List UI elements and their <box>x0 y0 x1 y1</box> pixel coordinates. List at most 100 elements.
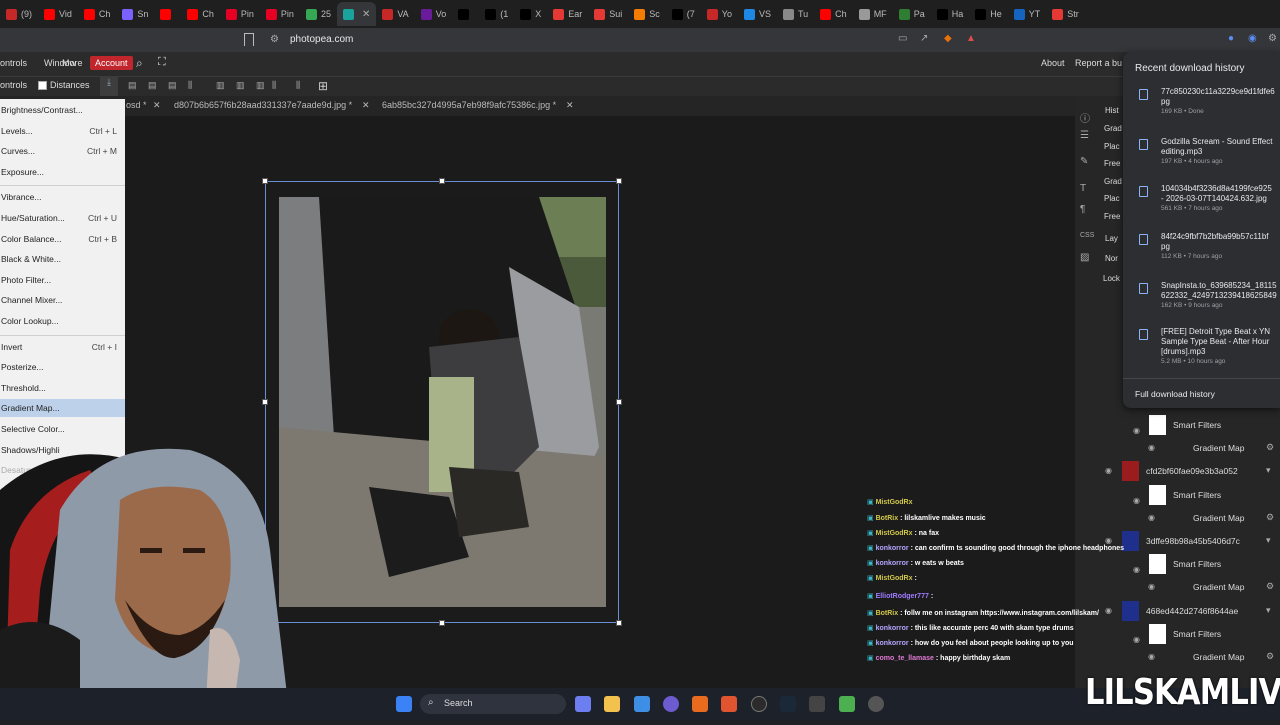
visibility-eye-icon[interactable]: ◉ <box>1105 466 1112 475</box>
settings-icon[interactable]: ⚙ <box>1266 581 1274 592</box>
browser-tab[interactable]: Pin <box>260 2 300 26</box>
adjustment-menu-item[interactable]: Posterize... <box>0 358 125 376</box>
doc-tab-d807[interactable]: d807b6b657f6b28aad331337e7aade9d.jpg * <box>174 100 352 110</box>
transform-handle[interactable] <box>262 178 268 184</box>
site-info-icon[interactable]: ⚙ <box>270 34 279 45</box>
distances-checkbox[interactable] <box>38 81 47 90</box>
browser-tab[interactable]: VA <box>376 2 414 26</box>
browser-tab[interactable]: X <box>514 2 547 26</box>
layer-row[interactable]: ◉ Smart Filters <box>1100 414 1280 436</box>
history-tab[interactable]: Hist <box>1105 106 1119 115</box>
browser-tab[interactable]: Ch <box>181 2 220 26</box>
close-icon[interactable]: ✕ <box>153 100 161 111</box>
browser-tab[interactable]: Yo <box>701 2 738 26</box>
history-item[interactable]: Grad <box>1104 124 1122 133</box>
browser-tab[interactable]: Pa <box>893 2 931 26</box>
adjustment-menu-item[interactable]: Hue/Saturation... Ctrl + U <box>0 209 125 227</box>
close-icon[interactable]: ✕ <box>362 9 370 20</box>
align-hcenter-icon[interactable]: ▥ <box>216 80 225 91</box>
menu-report[interactable]: Report a bu <box>1075 58 1122 68</box>
chevron-down-icon[interactable]: ▾ <box>1266 605 1271 616</box>
search-icon[interactable]: ⌕ <box>136 56 143 71</box>
close-icon[interactable]: ✕ <box>362 100 370 111</box>
extension-icon[interactable]: ● <box>1228 33 1234 44</box>
menu-more[interactable]: More <box>62 58 83 68</box>
settings-icon[interactable]: ⚙ <box>1266 512 1274 523</box>
adjustment-menu-item[interactable]: Black & White... <box>0 250 125 268</box>
start-icon[interactable] <box>396 696 412 712</box>
brave-shield-icon[interactable]: ◆ <box>944 33 952 44</box>
history-item[interactable]: Plac <box>1104 194 1120 203</box>
adjustment-menu-item[interactable]: Channel Mixer... <box>0 291 125 309</box>
transform-handle[interactable] <box>616 178 622 184</box>
align-top-icon[interactable]: ⤓ <box>100 77 118 96</box>
browser-tab[interactable]: Ear <box>547 2 588 26</box>
align-bottom-icon[interactable]: ▤ <box>148 80 157 91</box>
distribute-v-icon[interactable]: ⫼ <box>296 80 300 91</box>
brave-rewards-icon[interactable]: ▲ <box>966 33 976 44</box>
distribute-h-icon[interactable]: ⫼ <box>272 80 276 91</box>
brave-icon[interactable] <box>721 696 737 712</box>
app-icon[interactable] <box>868 696 884 712</box>
info-icon[interactable]: ⓘ <box>1080 110 1092 125</box>
history-item[interactable]: Free <box>1104 212 1120 221</box>
align-right-icon[interactable]: ▥ <box>236 80 245 91</box>
transform-handle[interactable] <box>616 620 622 626</box>
adjustment-menu-item[interactable]: Levels... Ctrl + L <box>0 122 125 140</box>
app-icon[interactable] <box>692 696 708 712</box>
browser-tab[interactable]: Vo <box>415 2 453 26</box>
browser-tab[interactable]: VS <box>738 2 777 26</box>
history-item[interactable]: Grad <box>1104 177 1122 186</box>
adjustment-menu-item[interactable]: Invert Ctrl + I <box>0 338 125 356</box>
browser-tab[interactable]: (7 <box>666 2 701 26</box>
history-item[interactable]: Free <box>1104 159 1120 168</box>
css-icon[interactable]: CSS <box>1080 232 1094 244</box>
browser-tab[interactable]: He <box>969 2 1008 26</box>
browser-tab[interactable]: MF <box>853 2 893 26</box>
visibility-eye-icon[interactable]: ◉ <box>1148 443 1155 452</box>
adjustment-menu-item[interactable]: Vibrance... <box>0 188 125 206</box>
browser-tab[interactable]: Ch <box>78 2 117 26</box>
store-icon[interactable] <box>634 696 650 712</box>
account-button[interactable]: Account <box>90 56 133 70</box>
bookmark-icon[interactable] <box>244 33 254 46</box>
taskbar-search[interactable]: ⌕ Search <box>420 694 566 714</box>
close-icon[interactable]: ✕ <box>566 100 574 111</box>
doc-tab-psd[interactable]: osd * <box>126 100 147 110</box>
share-icon[interactable]: ↗ <box>920 33 928 44</box>
layer-row[interactable]: ◉ Gradient Map ⚙ <box>1100 437 1280 459</box>
steam-icon[interactable] <box>780 696 796 712</box>
browser-tab[interactable]: Vid <box>38 2 78 26</box>
fullscreen-icon[interactable]: ⛶ <box>158 56 166 69</box>
adjustment-menu-item[interactable]: Gradient Map... <box>0 399 125 418</box>
history-item[interactable]: Plac <box>1104 142 1120 151</box>
wallet-icon[interactable]: ◉ <box>1248 33 1257 44</box>
align-left-icon[interactable]: ▤ <box>168 80 177 91</box>
type-icon[interactable]: T <box>1080 183 1092 195</box>
adjustment-menu-item[interactable]: Photo Filter... <box>0 271 125 289</box>
browser-tab[interactable]: Sn <box>116 2 154 26</box>
settings-icon[interactable]: ⚙ <box>1266 651 1274 662</box>
adjustment-menu-item[interactable]: Brightness/Contrast... <box>0 101 125 119</box>
browser-tab[interactable]: Sc <box>628 2 666 26</box>
transform-handle[interactable] <box>262 399 268 405</box>
menu-icon[interactable]: ⚙ <box>1268 33 1277 44</box>
browser-tab[interactable]: (1 <box>479 2 514 26</box>
cast-icon[interactable]: ▭ <box>898 33 907 44</box>
browser-tab[interactable]: ✕ <box>336 2 377 26</box>
browser-tab[interactable]: YT <box>1008 2 1047 26</box>
browser-tab[interactable]: Ch <box>814 2 853 26</box>
visibility-eye-icon[interactable]: ◉ <box>1133 426 1140 435</box>
brush-icon[interactable]: ✎ <box>1080 156 1092 168</box>
browser-tab[interactable]: 25 <box>300 2 337 26</box>
transform-handle[interactable] <box>439 178 445 184</box>
image-icon[interactable]: ▨ <box>1080 252 1092 264</box>
grid-icon[interactable]: ⊞ <box>318 79 328 93</box>
layer-row[interactable]: ◉ cfd2bf60fae09e3b3a052 ▾ <box>1100 460 1280 482</box>
chevron-down-icon[interactable]: ▾ <box>1266 535 1271 546</box>
blend-mode-select[interactable]: Nor <box>1105 254 1118 263</box>
properties-icon[interactable]: ☰ <box>1080 130 1092 142</box>
browser-tab[interactable] <box>154 2 181 26</box>
adjustment-menu-item[interactable]: Color Lookup... <box>0 312 125 330</box>
browser-tab[interactable]: Sui <box>588 2 628 26</box>
